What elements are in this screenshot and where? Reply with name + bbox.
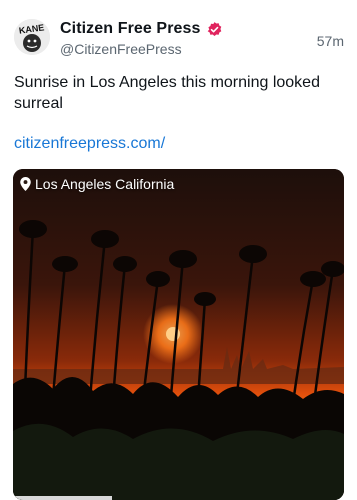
- map-pin-icon: [20, 177, 31, 191]
- timestamp[interactable]: 57m: [317, 33, 344, 49]
- author-block: Citizen Free Press @CitizenFreePress: [60, 19, 223, 57]
- location-tag[interactable]: Los Angeles California: [20, 176, 174, 192]
- post-text: Sunrise in Los Angeles this morning look…: [14, 74, 320, 112]
- avatar-logo: KANE: [14, 19, 50, 55]
- avatar[interactable]: KANE: [14, 19, 50, 55]
- location-label: Los Angeles California: [35, 176, 175, 192]
- sunrise-photo: [13, 169, 344, 500]
- post-media[interactable]: Los Angeles California: [13, 169, 344, 500]
- user-handle[interactable]: @CitizenFreePress: [60, 41, 223, 57]
- post-card[interactable]: KANE Citizen Free Press @CitizenFreePres…: [0, 0, 357, 500]
- post-link[interactable]: citizenfreepress.com/: [14, 135, 165, 153]
- video-progress-bar[interactable]: [13, 496, 113, 500]
- verified-badge-icon: [206, 21, 223, 38]
- display-name[interactable]: Citizen Free Press: [60, 20, 201, 38]
